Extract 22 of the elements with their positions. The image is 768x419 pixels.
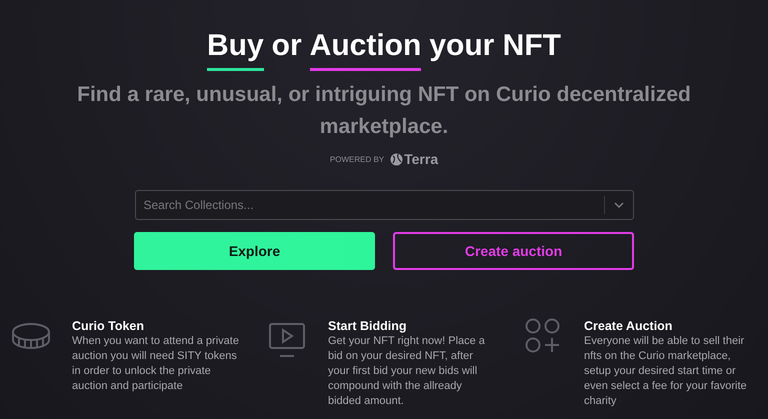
search-bar[interactable]: Search Collections... — [134, 190, 634, 220]
globe-logo-icon — [390, 153, 404, 166]
headline-word: or — [272, 28, 302, 64]
subtitle: Find a rare, unusual, or intriguing NFT on Curio decentralized marketplace. — [76, 82, 692, 140]
feature-description: Get your NFT right now! Place a bid on your desired NFT, after your first bid your new bids will compound with the allready bidded amount. — [328, 334, 486, 409]
feature-title: Create Auction — [584, 318, 674, 334]
powered-by-label: POWERED BY — [330, 154, 384, 166]
feature-title: Start Bidding — [328, 318, 408, 334]
feature-title: Curio Token — [72, 318, 145, 334]
create-auction-button[interactable]: Create auction — [393, 232, 634, 270]
headline-word: Auction — [310, 26, 422, 71]
headline-word: Buy — [206, 26, 264, 71]
coin-icon — [11, 322, 51, 352]
feature-description: When you want to attend a private auction you will need SITY tokens in order to unlock the private auction and participate — [72, 334, 240, 394]
chevron-down-icon[interactable] — [614, 202, 624, 208]
shapes-plus-icon — [525, 318, 561, 354]
headline-word: your NFT — [429, 28, 561, 64]
explore-button[interactable]: Explore — [134, 232, 375, 270]
brand-name: Terra — [404, 150, 438, 169]
feature-description: Everyone will be able to sell their nfts on the Curio marketplace, setup your desired start time or even select a fee for your favorite charity — [584, 334, 748, 409]
search-input[interactable]: Search Collections... — [136, 196, 604, 214]
play-screen-icon — [268, 322, 306, 360]
